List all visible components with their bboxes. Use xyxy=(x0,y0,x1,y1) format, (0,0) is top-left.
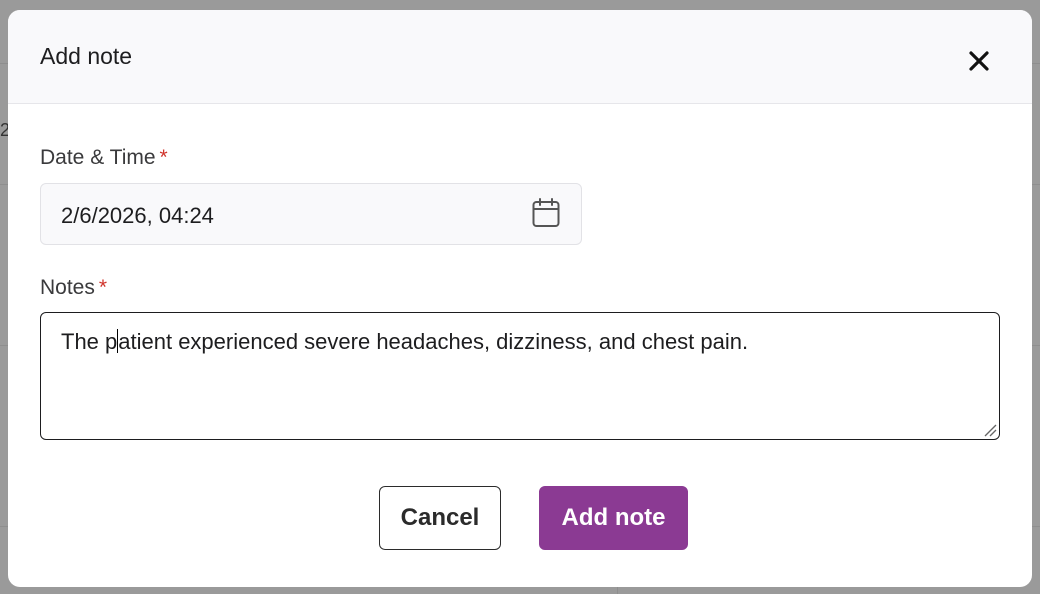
resize-handle-icon[interactable] xyxy=(983,423,997,437)
date-time-value: 2/6/2026, 04:24 xyxy=(61,203,214,228)
notes-text-after-caret: atient experienced severe headaches, diz… xyxy=(118,329,749,354)
notes-textarea[interactable]: The patient experienced severe headaches… xyxy=(40,312,1000,440)
notes-label: Notes * xyxy=(40,276,107,300)
date-time-label: Date & Time * xyxy=(40,146,168,170)
add-note-dialog: Add note Date & Time * 2/6/2026, 04:24 No… xyxy=(8,10,1032,587)
dialog-header: Add note xyxy=(8,10,1032,104)
add-note-button[interactable]: Add note xyxy=(539,486,688,550)
required-marker: * xyxy=(159,146,168,169)
date-time-input[interactable]: 2/6/2026, 04:24 xyxy=(40,183,582,245)
close-icon xyxy=(969,51,989,71)
close-button[interactable] xyxy=(964,46,994,76)
notes-value: The patient experienced severe headaches… xyxy=(61,329,748,355)
notes-label-text: Notes xyxy=(40,276,95,299)
notes-text-before-caret: The p xyxy=(61,329,118,354)
cancel-button[interactable]: Cancel xyxy=(379,486,501,550)
required-marker: * xyxy=(98,276,108,299)
dialog-title: Add note xyxy=(40,43,133,69)
date-time-label-text: Date & Time xyxy=(40,146,156,169)
calendar-icon[interactable] xyxy=(531,197,561,229)
